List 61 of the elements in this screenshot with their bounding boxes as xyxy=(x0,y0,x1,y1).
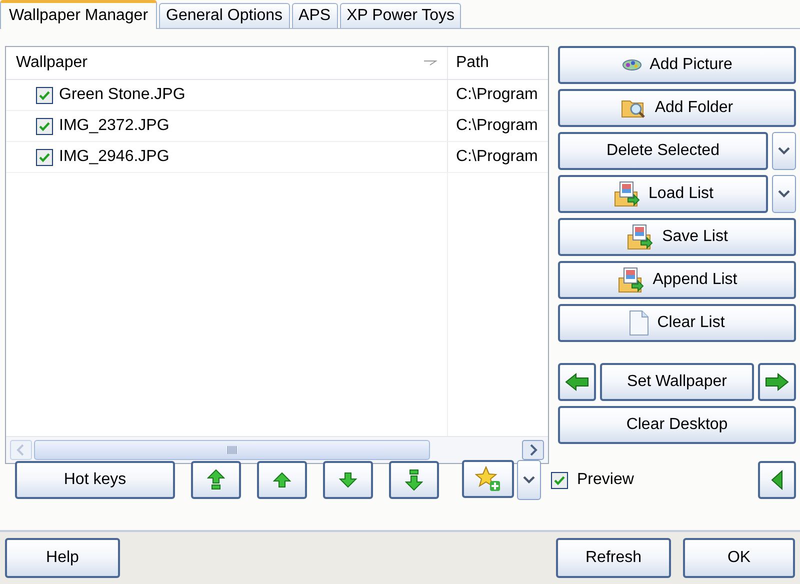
ok-button[interactable]: OK xyxy=(683,538,795,578)
file-name: Green Stone.JPG xyxy=(59,86,186,104)
chevron-down-icon xyxy=(778,190,790,198)
move-up-button[interactable] xyxy=(257,461,307,499)
file-path: C:\Program xyxy=(447,80,548,110)
next-button[interactable] xyxy=(758,363,796,401)
help-button[interactable]: Help xyxy=(5,538,120,578)
favorite-button[interactable] xyxy=(462,460,514,498)
arrow-up-icon xyxy=(273,472,291,488)
horizontal-scrollbar[interactable] xyxy=(6,436,548,463)
triangle-left-icon xyxy=(771,470,783,490)
set-wallpaper-button[interactable]: Set Wallpaper xyxy=(600,363,754,401)
dropdown-button[interactable] xyxy=(772,132,796,170)
chevron-down-icon xyxy=(778,147,790,155)
palette-icon xyxy=(622,58,642,72)
side-button[interactable]: Save List xyxy=(558,218,796,256)
side-button[interactable]: Add Folder xyxy=(558,89,796,127)
folder-picture-icon xyxy=(612,180,641,208)
file-path: C:\Program xyxy=(447,142,548,172)
tab[interactable]: General Options xyxy=(159,3,290,28)
arrow-up-bar-icon xyxy=(207,469,225,491)
side-button[interactable]: Delete Selected xyxy=(558,132,768,170)
sort-icon xyxy=(423,60,437,66)
refresh-button[interactable]: Refresh xyxy=(556,538,671,578)
column-header[interactable]: Wallpaper xyxy=(6,47,447,79)
scrollbar-thumb[interactable] xyxy=(34,440,430,460)
preview-label: Preview xyxy=(577,471,634,489)
side-button[interactable]: Clear List xyxy=(558,304,796,342)
checkbox[interactable] xyxy=(36,86,53,104)
move-to-top-button[interactable] xyxy=(191,461,241,499)
previous-button[interactable] xyxy=(558,363,596,401)
tab[interactable]: Wallpaper Manager xyxy=(0,0,158,29)
clear-desktop-button[interactable]: Clear Desktop xyxy=(558,406,796,444)
file-path: C:\Program xyxy=(447,111,548,141)
folder-picture-icon xyxy=(616,266,645,294)
arrow-left-icon xyxy=(565,373,589,391)
document-icon xyxy=(629,310,650,336)
folder-picture-icon xyxy=(626,223,654,251)
side-button[interactable]: Append List xyxy=(558,261,796,299)
collapse-button[interactable] xyxy=(758,461,796,499)
arrow-down-icon xyxy=(339,472,357,488)
side-button[interactable]: Load List xyxy=(558,175,768,213)
tab[interactable]: XP Power Toys xyxy=(340,3,462,28)
side-button[interactable]: Add Picture xyxy=(558,46,796,84)
chevron-down-icon xyxy=(523,476,535,484)
file-name: IMG_2372.JPG xyxy=(59,117,170,135)
hot-keys-button[interactable]: Hot keys xyxy=(15,461,175,499)
checkbox[interactable] xyxy=(36,148,53,166)
move-to-bottom-button[interactable] xyxy=(389,461,439,499)
checkbox[interactable] xyxy=(36,118,53,134)
tab[interactable]: APS xyxy=(292,3,338,28)
dropdown-button[interactable] xyxy=(772,175,796,213)
dropdown-button[interactable] xyxy=(517,460,541,500)
arrow-right-icon xyxy=(765,373,789,391)
move-down-button[interactable] xyxy=(323,461,373,499)
file-name: IMG_2946.JPG xyxy=(59,148,170,166)
scroll-right-icon[interactable] xyxy=(522,440,544,460)
column-header[interactable]: Path xyxy=(447,47,548,79)
star-plus-icon xyxy=(475,466,501,492)
arrow-down-bar-icon xyxy=(405,469,423,491)
preview-checkbox[interactable] xyxy=(551,472,568,488)
